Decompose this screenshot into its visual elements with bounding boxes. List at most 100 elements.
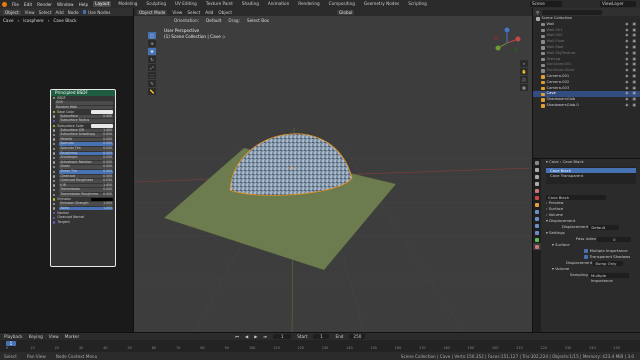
physics-tab-icon[interactable] xyxy=(533,222,541,229)
play-reverse-icon[interactable]: ◀ xyxy=(245,334,248,339)
end-frame-field[interactable]: 250 xyxy=(349,334,366,339)
cave-dome-mesh[interactable] xyxy=(229,133,353,196)
socket-dot-icon[interactable] xyxy=(53,188,56,192)
rotate-tool-icon[interactable]: ↻ xyxy=(148,56,156,63)
socket-dot-icon[interactable] xyxy=(53,211,56,215)
socket-dot-icon[interactable] xyxy=(53,110,56,114)
orientation-dropdown[interactable]: Default xyxy=(204,17,224,23)
marker-menu[interactable]: Marker xyxy=(65,334,79,339)
principled-bsdf-node[interactable]: Principled BSDF BSDF GGX Random Walk Base C… xyxy=(50,89,116,267)
tab-animation[interactable]: Animation xyxy=(266,1,291,7)
transform-global-dropdown[interactable]: Global xyxy=(337,9,355,15)
slot-item[interactable]: Cave Transparent xyxy=(546,173,636,178)
socket-dot-icon[interactable] xyxy=(53,179,56,183)
navigation-gizmo[interactable] xyxy=(490,26,524,60)
socket-dot-icon[interactable] xyxy=(53,143,56,146)
annotate-tool-icon[interactable]: ✎ xyxy=(148,80,156,87)
socket-dot-icon[interactable] xyxy=(53,133,56,137)
menu-render[interactable]: Render xyxy=(37,2,52,7)
3d-viewport[interactable]: Object Mode View Select Add Object Globa… xyxy=(134,8,532,332)
render-tab-icon[interactable] xyxy=(533,166,541,173)
tool-tab-icon[interactable] xyxy=(533,159,541,166)
socket-dot-icon[interactable] xyxy=(53,198,56,201)
socket-value-slider[interactable]: Transmission Roughness 0.000 xyxy=(59,192,113,197)
socket-value-slider[interactable]: Alpha 1.000 xyxy=(59,206,113,211)
displacement-dropdown[interactable]: Default xyxy=(589,224,620,230)
properties-editor[interactable]: ▾ Cave › Cave Black Cave Black Cave Tran… xyxy=(532,158,640,333)
move-tool-icon[interactable]: ✥ xyxy=(148,48,156,55)
socket-dot-icon[interactable] xyxy=(53,221,56,224)
socket-dot-icon[interactable] xyxy=(53,175,56,178)
sampling-dropdown[interactable]: Multiple Importance xyxy=(589,272,629,283)
measure-tool-icon[interactable]: 📏 xyxy=(148,88,156,95)
socket-dot-icon[interactable] xyxy=(53,147,56,151)
tab-layout[interactable]: Layout xyxy=(93,1,112,7)
socket-dot-icon[interactable] xyxy=(53,152,56,155)
socket-dropdown[interactable]: Random Walk xyxy=(55,105,113,110)
socket-dot-icon[interactable] xyxy=(53,216,56,219)
socket-dot-icon[interactable] xyxy=(53,120,56,123)
tab-compositing[interactable]: Compositing xyxy=(327,1,357,7)
blender-logo-icon[interactable] xyxy=(2,1,7,7)
keying-menu[interactable]: Keying xyxy=(29,334,43,339)
tl-view-menu[interactable]: View xyxy=(49,334,59,339)
grid-view-icon[interactable]: ▦ xyxy=(520,84,528,91)
start-frame-field[interactable]: 1 xyxy=(313,334,330,339)
vp-view-menu[interactable]: View xyxy=(172,10,182,15)
vp-object-menu[interactable]: Object xyxy=(218,10,232,15)
playhead-frame[interactable]: 1 xyxy=(6,341,16,346)
tab-geometry-nodes[interactable]: Geometry Nodes xyxy=(362,1,401,7)
play-icon[interactable]: ▶ xyxy=(254,334,257,339)
menu-edit[interactable]: Edit xyxy=(24,2,32,7)
outliner-item[interactable]: ShadowersGlob.0 ◉ ▣ xyxy=(533,103,640,109)
object-tab-icon[interactable] xyxy=(533,201,541,208)
drag-dropdown[interactable]: Select Box xyxy=(244,17,272,23)
socket-dot-icon[interactable] xyxy=(53,202,56,206)
mode-dropdown[interactable]: Object Mode xyxy=(137,9,168,15)
multiple-importance-checkbox[interactable] xyxy=(584,249,588,253)
vp-select-menu[interactable]: Select xyxy=(187,10,200,15)
select-tool-icon[interactable]: ▢ xyxy=(148,32,156,39)
output-tab-icon[interactable] xyxy=(533,173,541,180)
node-node-menu[interactable]: Node xyxy=(68,10,79,15)
socket-dot-icon[interactable] xyxy=(53,156,56,160)
vp-add-menu[interactable]: Add xyxy=(205,10,213,15)
outliner-search-input[interactable] xyxy=(542,9,603,15)
world-tab-icon[interactable] xyxy=(533,194,541,201)
tab-modeling[interactable]: Modeling xyxy=(116,1,139,7)
socket-dot-icon[interactable] xyxy=(53,207,56,210)
use-nodes-checkbox[interactable] xyxy=(82,10,87,14)
menu-window[interactable]: Window xyxy=(57,2,74,7)
tab-rendering[interactable]: Rendering xyxy=(296,1,321,7)
socket-dot-icon[interactable] xyxy=(53,184,56,187)
modifier-tab-icon[interactable] xyxy=(533,208,541,215)
socket-dot-icon[interactable] xyxy=(53,124,56,128)
tab-scripting[interactable]: Scripting xyxy=(406,1,429,7)
timeline[interactable]: Playback Keying View Marker ⏮ ◀ ▶ ⏭ 1 St… xyxy=(0,332,640,352)
current-frame-field[interactable]: 1 xyxy=(273,334,292,339)
node-object-dropdown[interactable]: Object xyxy=(3,9,21,15)
outliner[interactable]: ⚲ Scene Collection Wall ◉ ▣ Wall.001 ◉ ▣ Wall.… xyxy=(532,8,640,158)
use-nodes-toggle[interactable]: Use Nodes xyxy=(82,10,110,15)
pan-hand-icon[interactable]: ✋ xyxy=(520,68,528,75)
cursor-tool-icon[interactable]: ⊕ xyxy=(148,40,156,47)
jump-start-icon[interactable]: ⏮ xyxy=(235,334,239,339)
node-select-menu[interactable]: Select xyxy=(39,10,52,15)
constraints-tab-icon[interactable] xyxy=(533,229,541,236)
socket-dot-icon[interactable] xyxy=(53,166,56,169)
menu-file[interactable]: File xyxy=(12,2,19,7)
socket-dot-icon[interactable] xyxy=(53,129,56,132)
playback-menu[interactable]: Playback xyxy=(4,334,23,339)
socket-dot-icon[interactable] xyxy=(53,138,56,141)
scene-selector[interactable]: Scene xyxy=(530,1,562,7)
disp-method-dropdown[interactable]: Bump Only xyxy=(593,260,624,266)
eye-icon[interactable]: ◉ xyxy=(625,103,628,109)
transform-tool-icon[interactable]: ⬚ xyxy=(148,72,156,79)
scale-tool-icon[interactable]: ⤢ xyxy=(148,64,156,71)
material-slots-list[interactable]: Cave Black Cave Transparent xyxy=(546,167,636,184)
zoom-icon[interactable]: ⌕ xyxy=(520,60,528,67)
view-layer-selector[interactable]: ViewLayer xyxy=(600,1,636,7)
tab-shading[interactable]: Shading xyxy=(240,1,261,7)
tab-uv-editing[interactable]: UV Editing xyxy=(173,1,199,7)
scene-tab-icon[interactable] xyxy=(533,187,541,194)
